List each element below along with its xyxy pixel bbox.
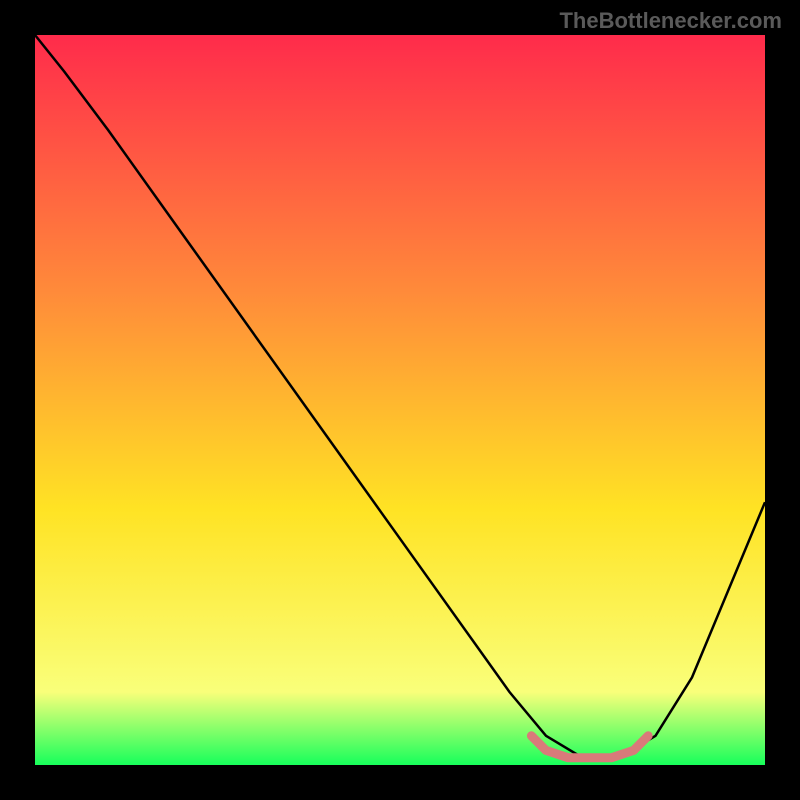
chart-frame [35, 35, 765, 765]
optimal-zone-marker [531, 736, 648, 758]
chart-lines [35, 35, 765, 765]
bottleneck-curve [35, 35, 765, 758]
watermark-text: TheBottlenecker.com [559, 8, 782, 34]
plot-area [35, 35, 765, 765]
